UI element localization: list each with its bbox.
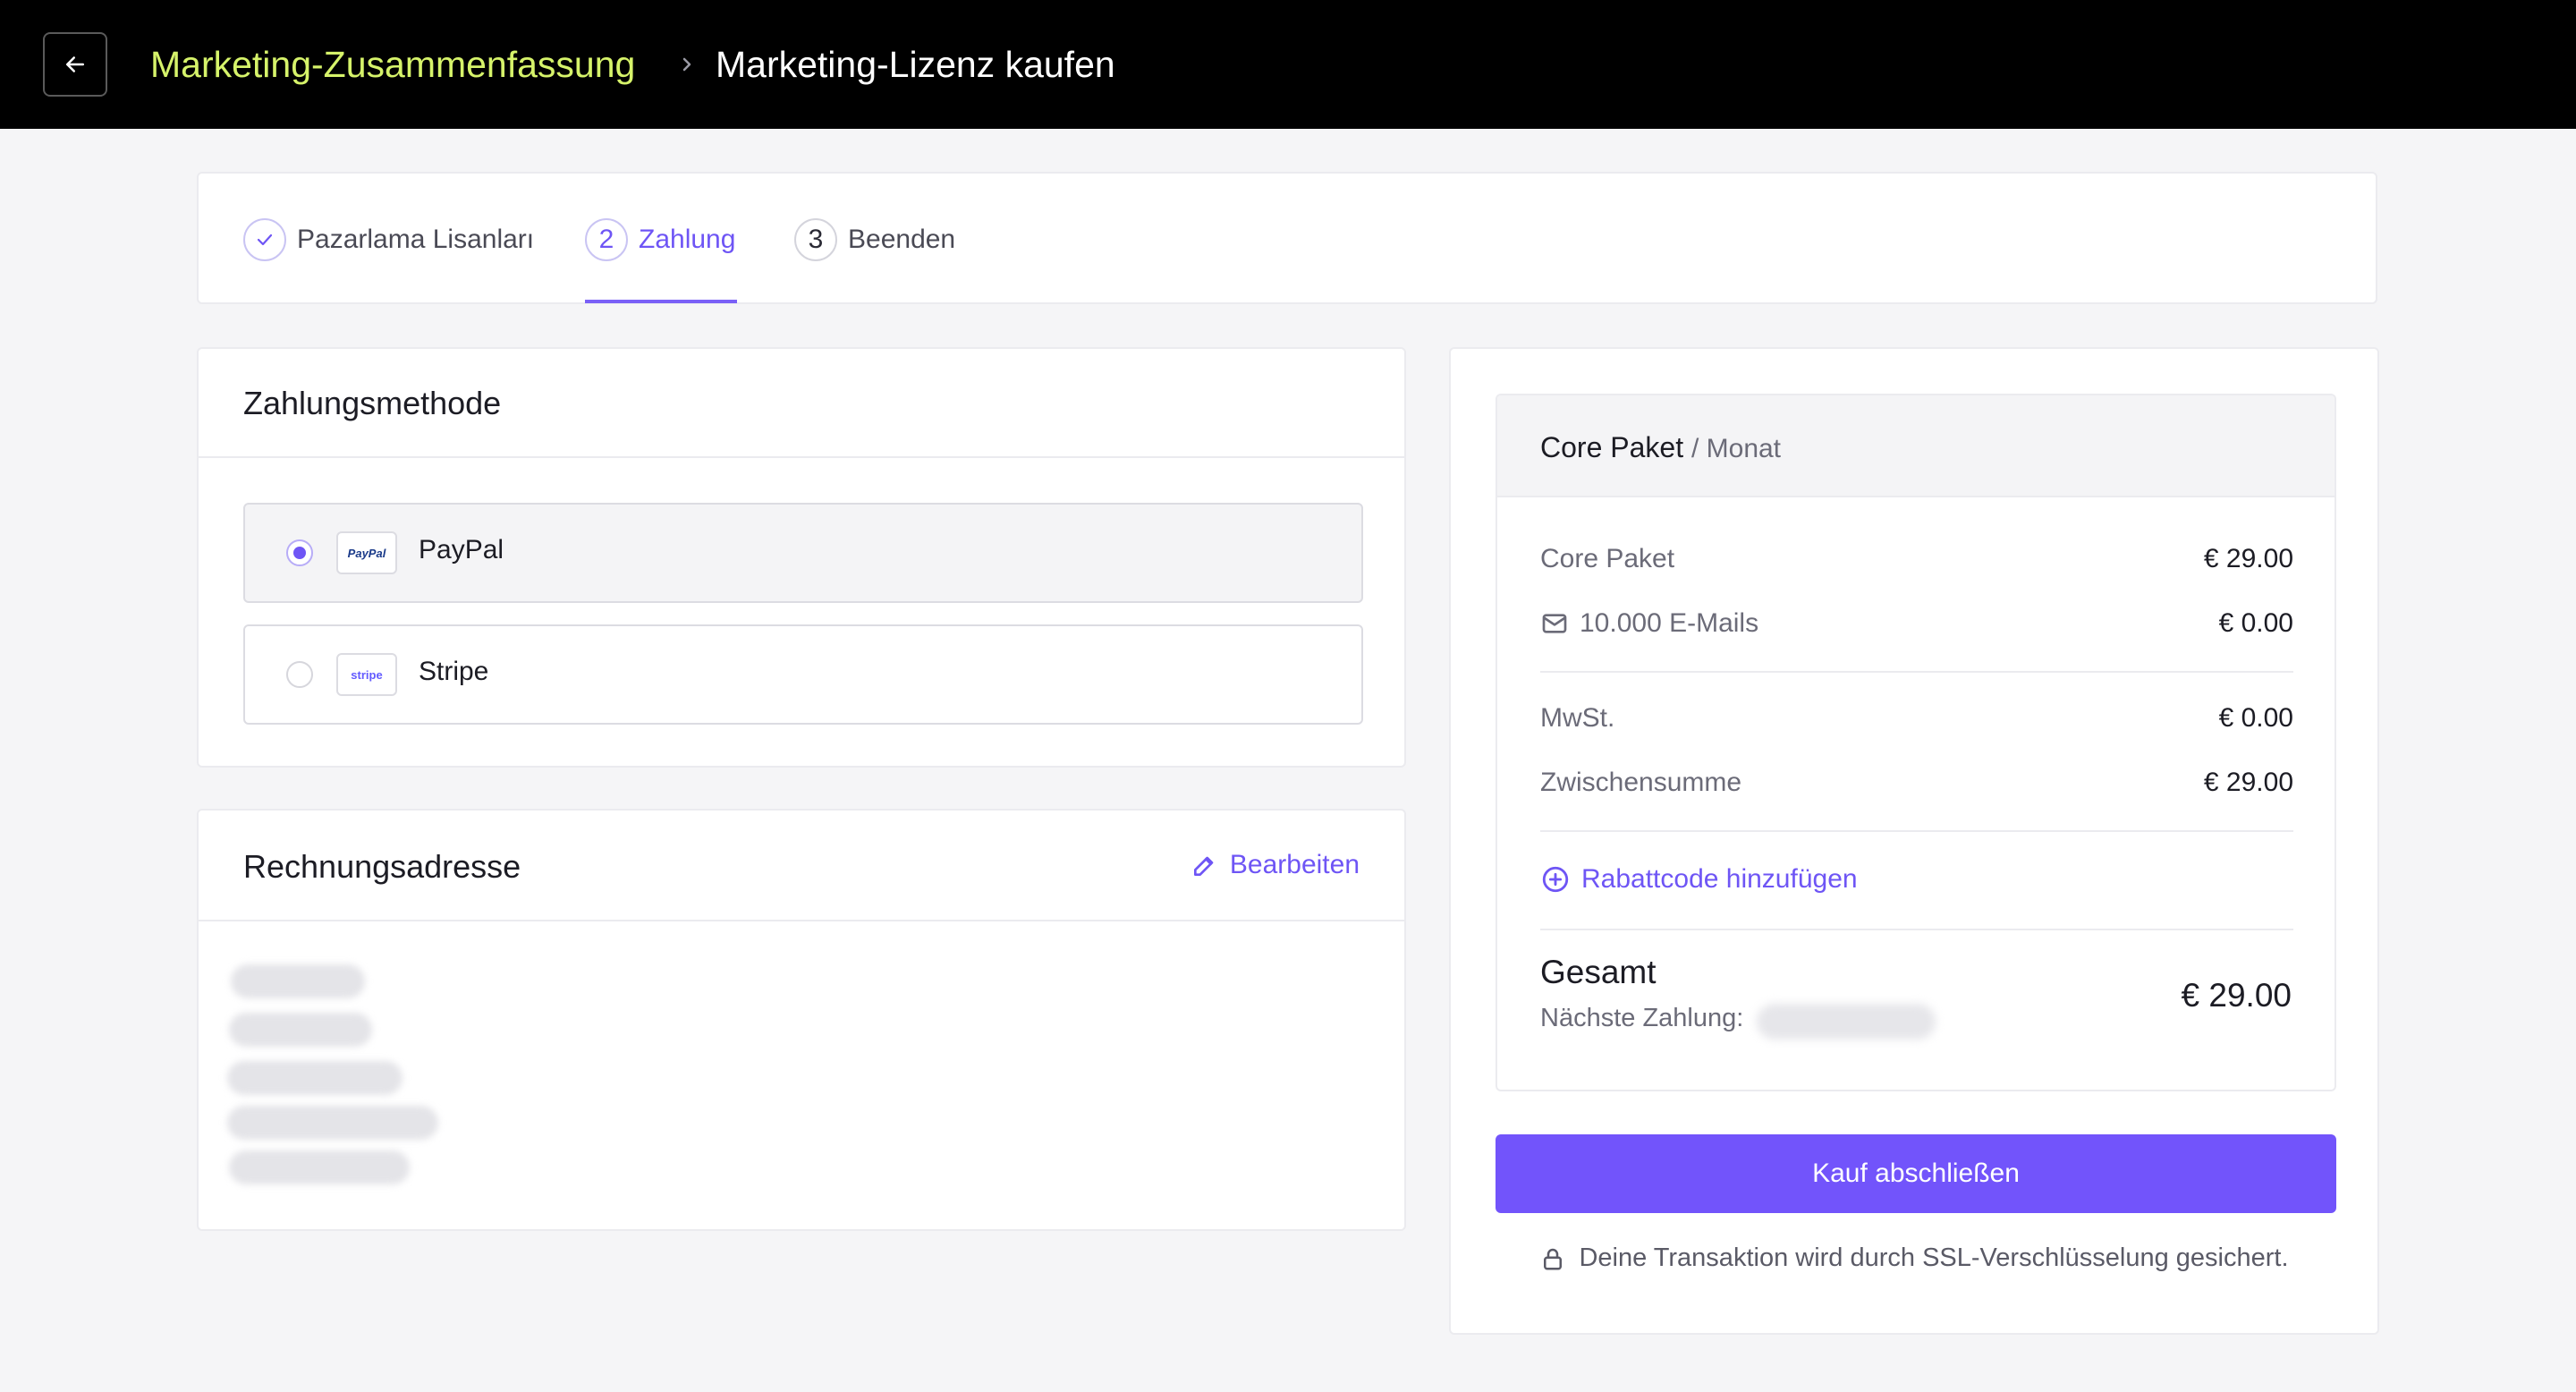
tax-value: € 0.00 xyxy=(2218,703,2293,733)
billing-address-card: Rechnungsadresse Bearbeiten xyxy=(197,809,1406,1231)
edit-billing-button[interactable]: Bearbeiten xyxy=(1191,850,1360,880)
step-finish[interactable]: 3 Beenden xyxy=(794,216,955,263)
divider xyxy=(1540,929,2293,930)
page-title: Marketing-Lizenz kaufen xyxy=(716,44,1115,85)
divider xyxy=(199,456,1404,458)
package-box: Core Paket / Monat Core Paket € 29.00 10… xyxy=(1496,394,2336,1091)
package-header: Core Paket / Monat xyxy=(1497,395,2334,497)
paypal-logo: PayPal xyxy=(336,531,397,574)
back-button[interactable] xyxy=(43,32,107,97)
plus-circle-icon xyxy=(1542,866,1569,893)
active-step-indicator xyxy=(585,300,737,303)
next-payment-label: Nächste Zahlung: xyxy=(1540,1004,1744,1032)
step-licenses[interactable]: Pazarlama Lisanları xyxy=(243,216,534,263)
payment-option-label: PayPal xyxy=(419,535,504,564)
package-title: Core Paket / Monat xyxy=(1540,431,1781,464)
step-number: 3 xyxy=(794,218,837,261)
package-period: / Monat xyxy=(1690,434,1782,463)
redacted-address-line xyxy=(227,1106,438,1140)
redacted-next-payment-date xyxy=(1757,1004,1936,1040)
subtotal-value: € 29.00 xyxy=(2203,768,2293,797)
line-item: Core Paket € 29.00 xyxy=(1540,544,2293,574)
step-number: 2 xyxy=(585,218,628,261)
step-payment[interactable]: 2 Zahlung xyxy=(585,216,735,263)
payment-method-card: Zahlungsmethode PayPal PayPal stripe Str… xyxy=(197,347,1406,768)
complete-purchase-button[interactable]: Kauf abschließen xyxy=(1496,1134,2336,1213)
radio-paypal[interactable] xyxy=(286,539,313,566)
breadcrumb-link[interactable]: Marketing-Zusammenfassung xyxy=(150,39,635,89)
line-item-value: € 0.00 xyxy=(2218,608,2293,638)
line-item-label: 10.000 E-Mails xyxy=(1580,608,1759,638)
lock-icon xyxy=(1544,1248,1563,1269)
checkout-stepper: Pazarlama Lisanları 2 Zahlung 3 Beenden xyxy=(197,172,2377,304)
redacted-address-line xyxy=(231,964,365,998)
tax-label: MwSt. xyxy=(1540,703,1615,733)
stripe-logo: stripe xyxy=(336,653,397,696)
payment-method-title: Zahlungsmethode xyxy=(243,385,502,421)
mail-icon xyxy=(1542,614,1567,633)
edit-label: Bearbeiten xyxy=(1229,850,1360,879)
line-item-label-wrap: 10.000 E-Mails xyxy=(1540,608,1758,639)
subtotal-row: Zwischensumme € 29.00 xyxy=(1540,768,2293,798)
divider xyxy=(199,920,1404,921)
redacted-address-line xyxy=(229,1013,372,1047)
tax-row: MwSt. € 0.00 xyxy=(1540,703,2293,734)
payment-option-stripe[interactable]: stripe Stripe xyxy=(243,624,1363,725)
total-label: Gesamt xyxy=(1540,954,1657,990)
package-name: Core Paket xyxy=(1540,431,1684,463)
add-coupon-label: Rabattcode hinzufügen xyxy=(1581,864,1858,894)
line-item-value: € 29.00 xyxy=(2203,544,2293,573)
divider xyxy=(1540,830,2293,832)
top-bar: Marketing-Zusammenfassung Marketing-Lize… xyxy=(0,0,2576,129)
step-label: Zahlung xyxy=(639,225,736,254)
line-item-label: Core Paket xyxy=(1540,544,1675,573)
check-icon xyxy=(257,233,273,246)
pencil-icon xyxy=(1193,856,1214,876)
subtotal-label: Zwischensumme xyxy=(1540,768,1742,797)
total-value: € 29.00 xyxy=(2181,977,2292,1014)
billing-address-title: Rechnungsadresse xyxy=(243,848,521,885)
payment-option-label: Stripe xyxy=(419,657,489,686)
arrow-left-icon xyxy=(66,56,84,72)
step-done-marker xyxy=(243,218,286,261)
line-item: 10.000 E-Mails € 0.00 xyxy=(1540,608,2293,639)
step-label: Beenden xyxy=(848,225,956,254)
payment-option-paypal[interactable]: PayPal PayPal xyxy=(243,503,1363,603)
redacted-address-line xyxy=(229,1150,410,1184)
redacted-address-line xyxy=(227,1061,402,1095)
chevron-right-icon xyxy=(682,57,691,72)
divider xyxy=(1540,671,2293,673)
add-coupon-button[interactable]: Rabattcode hinzufügen xyxy=(1540,864,1858,895)
radio-stripe[interactable] xyxy=(286,661,313,688)
step-label: Pazarlama Lisanları xyxy=(297,225,535,254)
ssl-note-text: Deine Transaktion wird durch SSL-Verschl… xyxy=(1579,1243,2289,1272)
order-summary-card: Core Paket / Monat Core Paket € 29.00 10… xyxy=(1449,347,2379,1335)
ssl-note: Deine Transaktion wird durch SSL-Verschl… xyxy=(1451,1243,2377,1273)
